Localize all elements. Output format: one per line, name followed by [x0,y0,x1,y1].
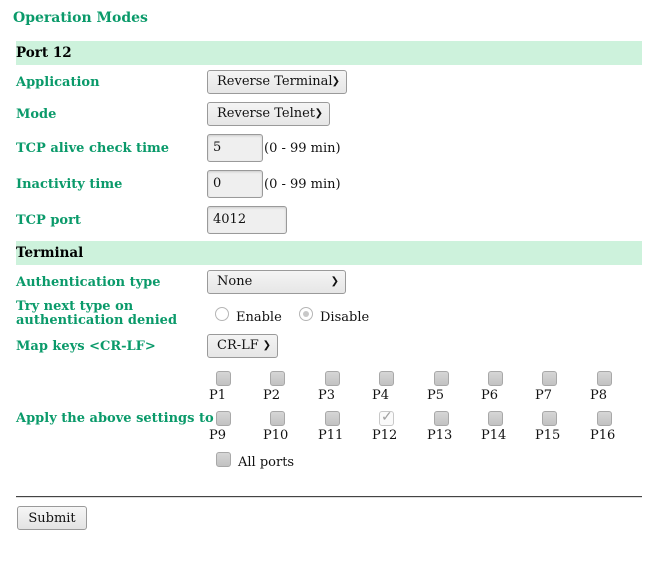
chevron-down-icon: ❯ [314,108,323,119]
port-checkbox-label: P13 [427,428,453,443]
port-checkbox-p15[interactable] [542,411,557,426]
inactivity-input[interactable]: 0 [207,170,263,198]
port-checkbox-p14[interactable] [488,411,503,426]
try-next-label: Try next type on authentication denied [16,300,177,328]
port-checkbox-p9[interactable] [216,411,231,426]
tcp-alive-hint: (0 - 99 min) [264,141,341,156]
page-title: Operation Modes [13,10,148,26]
apply-label: Apply the above settings to [16,411,214,426]
port-checkbox-label: P8 [590,388,608,403]
port-checkbox-p8[interactable] [597,371,612,386]
port-checkbox-p11[interactable] [325,411,340,426]
map-keys-select[interactable]: CR-LF ❯ [207,334,278,358]
disable-radio-label: Disable [320,310,370,325]
port-checkbox-p12[interactable] [379,409,394,426]
chevron-down-icon: ❯ [331,76,340,87]
all-ports-label: All ports [238,455,295,470]
auth-type-value: None [217,274,253,289]
try-next-label-line2: authentication denied [16,313,178,328]
chevron-down-icon: ❯ [262,340,271,351]
inactivity-hint: (0 - 99 min) [264,177,341,192]
chevron-down-icon: ❯ [330,276,339,287]
terminal-section-header: Terminal [16,241,642,265]
port-checkbox-p2[interactable] [270,371,285,386]
tcp-alive-label: TCP alive check time [16,141,170,156]
port-checkbox-label: P9 [209,428,227,443]
mode-value: Reverse Telnet [217,106,316,121]
port-checkbox-p16[interactable] [597,411,612,426]
port-checkbox-label: P14 [481,428,507,443]
port-checkbox-p3[interactable] [325,371,340,386]
tcp-port-input[interactable]: 4012 [207,206,287,234]
port-checkbox-p1[interactable] [216,371,231,386]
port-checkbox-label: P2 [263,388,281,403]
port-checkbox-label: P12 [372,428,398,443]
mode-label: Mode [16,107,57,122]
port-checkbox-p5[interactable] [434,371,449,386]
tcp-alive-input[interactable]: 5 [207,134,263,162]
map-keys-label: Map keys <CR-LF> [16,339,156,354]
port-checkbox-label: P16 [590,428,616,443]
application-value: Reverse Terminal [217,74,333,89]
disable-radio[interactable] [299,307,313,321]
port-section-header: Port 12 [16,41,642,65]
terminal-section-title: Terminal [16,245,84,261]
port-checkbox-label: P1 [209,388,227,403]
application-label: Application [16,75,100,90]
port-checkbox-p6[interactable] [488,371,503,386]
port-checkbox-label: P11 [318,428,344,443]
application-select[interactable]: Reverse Terminal ❯ [207,70,347,94]
port-checkbox-p10[interactable] [270,411,285,426]
divider [16,496,642,498]
port-section-title: Port 12 [16,45,72,61]
auth-type-select[interactable]: None ❯ [207,270,346,294]
enable-radio[interactable] [215,307,229,321]
port-checkbox-label: P7 [535,388,553,403]
all-ports-checkbox[interactable] [216,452,231,467]
port-checkbox-label: P15 [535,428,561,443]
port-checkbox-label: P3 [318,388,336,403]
port-checkbox-label: P10 [263,428,289,443]
map-keys-value: CR-LF [217,338,259,353]
mode-select[interactable]: Reverse Telnet ❯ [207,102,330,126]
port-checkbox-p4[interactable] [379,371,394,386]
try-next-label-line1: Try next type on [16,299,134,314]
submit-button[interactable]: Submit [17,506,87,530]
port-checkbox-p7[interactable] [542,371,557,386]
port-checkbox-label: P5 [427,388,445,403]
auth-type-label: Authentication type [16,275,161,290]
port-checkbox-label: P4 [372,388,390,403]
enable-radio-label: Enable [236,310,282,325]
tcp-port-label: TCP port [16,213,81,228]
port-checkbox-p13[interactable] [434,411,449,426]
inactivity-label: Inactivity time [16,177,123,192]
port-checkbox-label: P6 [481,388,499,403]
